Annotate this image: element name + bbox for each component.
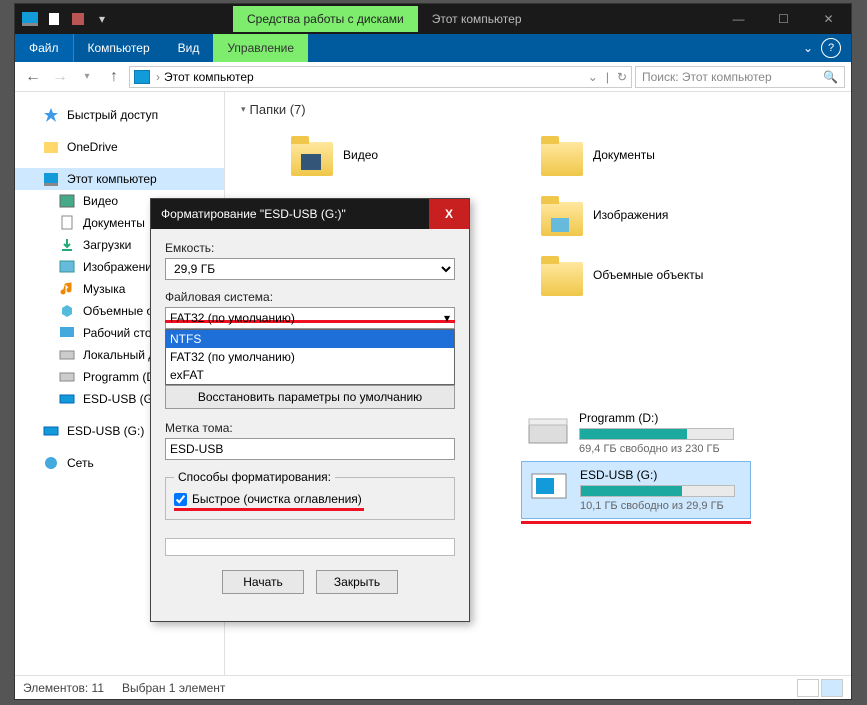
drive-label: Programm (D:): [579, 411, 745, 425]
status-bar: Элементов: 11 Выбран 1 элемент: [15, 675, 851, 699]
progress-bar: [165, 538, 455, 556]
capacity-label: Емкость:: [165, 241, 455, 255]
pc-icon: [134, 70, 150, 84]
methods-legend: Способы форматирования:: [174, 470, 335, 484]
capacity-bar: [579, 428, 734, 440]
start-button[interactable]: Начать: [222, 570, 304, 594]
chevron-down-icon: ▾: [444, 311, 450, 325]
nav-back-button[interactable]: ←: [21, 65, 45, 89]
view-details-button[interactable]: [797, 679, 819, 697]
drive-programm[interactable]: Programm (D:) 69,4 ГБ свободно из 230 ГБ: [521, 405, 751, 461]
sidebar-onedrive[interactable]: OneDrive: [15, 136, 224, 158]
quick-format-label: Быстрое (очистка оглавления): [192, 492, 362, 506]
ribbon: Файл Компьютер Вид Управление ⌄ ?: [15, 34, 851, 62]
dialog-titlebar: Форматирование "ESD-USB (G:)" X: [151, 199, 469, 229]
folder-3d-objects[interactable]: Объемные объекты: [491, 245, 741, 305]
address-bar: ← → ▾ ↑ › Этот компьютер ⌄|↻ Поиск: Этот…: [15, 62, 851, 92]
fs-option-fat32[interactable]: FAT32 (по умолчанию): [166, 348, 454, 366]
drive-free: 10,1 ГБ свободно из 29,9 ГБ: [580, 500, 744, 512]
fs-option-ntfs[interactable]: NTFS: [166, 330, 454, 348]
breadcrumb-path: Этот компьютер: [164, 70, 254, 84]
folder-pictures[interactable]: Изображения: [491, 185, 741, 245]
qa-pin-icon[interactable]: [43, 8, 65, 30]
tab-computer[interactable]: Компьютер: [74, 34, 164, 62]
breadcrumb-dropdown-icon[interactable]: ⌄: [588, 70, 598, 84]
view-tiles-button[interactable]: [821, 679, 843, 697]
usb-icon: [528, 468, 570, 504]
filesystem-label: Файловая система:: [165, 290, 455, 304]
annotation-underline: [521, 521, 751, 524]
window-title: Этот компьютер: [418, 6, 536, 32]
titlebar: ▾ Средства работы с дисками Этот компьют…: [15, 4, 851, 34]
tab-view[interactable]: Вид: [164, 34, 214, 62]
search-input[interactable]: Поиск: Этот компьютер 🔍: [635, 66, 845, 88]
filesystem-select[interactable]: FAT32 (по умолчанию)▾: [165, 307, 455, 329]
folder-videos[interactable]: Видео: [241, 125, 491, 185]
status-count: Элементов: 11: [23, 681, 104, 695]
system-icon: [19, 8, 41, 30]
refresh-icon[interactable]: ↻: [617, 70, 627, 84]
fs-option-exfat[interactable]: exFAT: [166, 366, 454, 384]
nav-forward-button[interactable]: →: [48, 65, 72, 89]
qa-dropdown-icon[interactable]: ▾: [91, 8, 113, 30]
close-button[interactable]: ✕: [806, 4, 851, 34]
tab-file[interactable]: Файл: [15, 34, 74, 62]
folder-documents[interactable]: Документы: [491, 125, 741, 185]
search-placeholder: Поиск: Этот компьютер: [642, 70, 772, 84]
breadcrumb[interactable]: › Этот компьютер ⌄|↻: [129, 66, 632, 88]
help-icon[interactable]: ?: [821, 38, 841, 58]
maximize-button[interactable]: ☐: [761, 4, 806, 34]
quick-format-checkbox[interactable]: [174, 493, 187, 506]
volume-input[interactable]: [165, 438, 455, 460]
minimize-button[interactable]: —: [716, 4, 761, 34]
qa-props-icon[interactable]: [67, 8, 89, 30]
capacity-select[interactable]: 29,9 ГБ: [165, 258, 455, 280]
capacity-bar: [580, 485, 735, 497]
drive-label: ESD-USB (G:): [580, 468, 744, 482]
restore-defaults-button[interactable]: Восстановить параметры по умолчанию: [165, 385, 455, 409]
drive-free: 69,4 ГБ свободно из 230 ГБ: [579, 443, 745, 455]
filesystem-dropdown: NTFS FAT32 (по умолчанию) exFAT: [165, 329, 455, 385]
hdd-icon: [527, 411, 569, 447]
tab-manage[interactable]: Управление: [213, 34, 308, 62]
search-icon: 🔍: [823, 70, 838, 84]
nav-history-icon[interactable]: ▾: [75, 65, 99, 89]
dialog-close-button[interactable]: X: [429, 199, 469, 229]
folders-header[interactable]: ▾Папки (7): [241, 102, 835, 117]
drive-esd-usb[interactable]: ESD-USB (G:) 10,1 ГБ свободно из 29,9 ГБ: [521, 461, 751, 519]
contextual-tab[interactable]: Средства работы с дисками: [233, 6, 418, 32]
ribbon-collapse-icon[interactable]: ⌄: [795, 41, 821, 55]
nav-up-button[interactable]: ↑: [102, 65, 126, 89]
format-dialog: Форматирование "ESD-USB (G:)" X Емкость:…: [150, 198, 470, 622]
status-selected: Выбран 1 элемент: [122, 681, 225, 695]
volume-label: Метка тома:: [165, 421, 455, 435]
annotation-underline: [174, 508, 364, 511]
dialog-title: Форматирование "ESD-USB (G:)": [161, 207, 346, 221]
format-methods-group: Способы форматирования: Быстрое (очистка…: [165, 470, 455, 520]
sidebar-this-pc[interactable]: Этот компьютер: [15, 168, 224, 190]
sidebar-quick-access[interactable]: Быстрый доступ: [15, 104, 224, 126]
close-dialog-button[interactable]: Закрыть: [316, 570, 398, 594]
